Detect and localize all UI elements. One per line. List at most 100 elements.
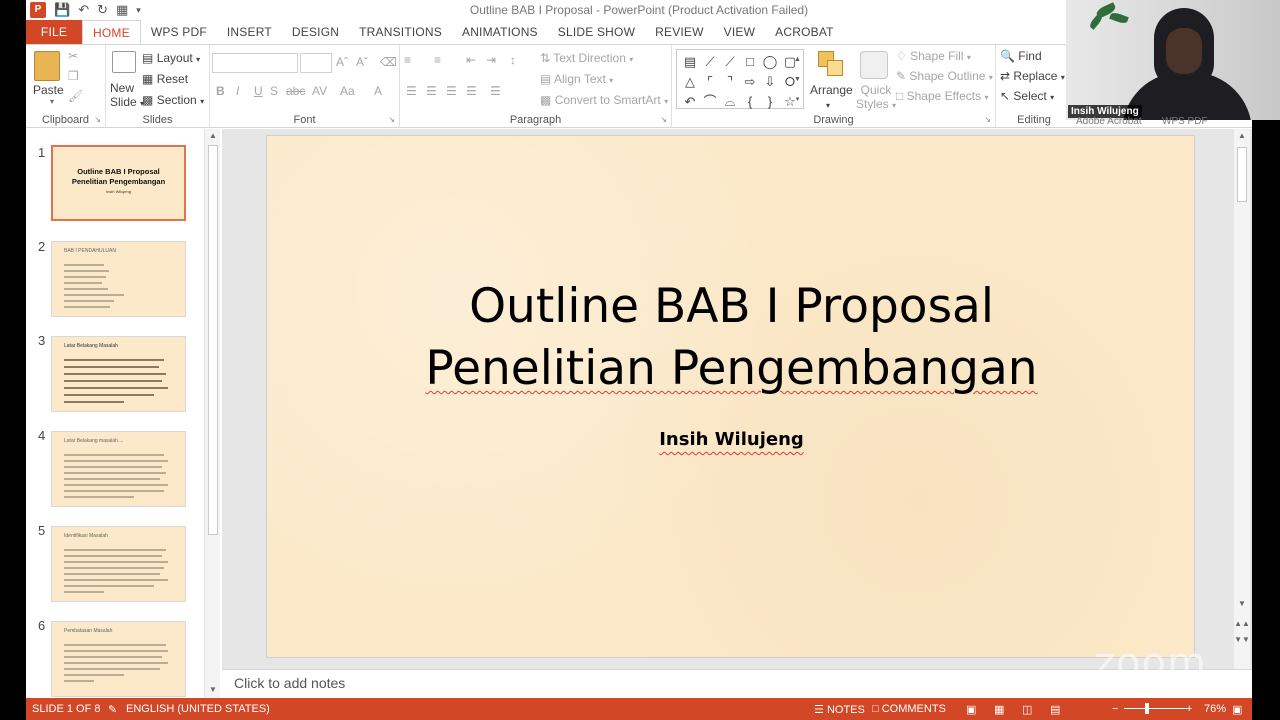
zoom-in-icon[interactable]: + (1186, 703, 1192, 715)
paragraph-launcher-icon[interactable]: ↘ (660, 115, 667, 124)
slide-thumbnail-5[interactable]: Identifikasi Masalah (51, 526, 186, 602)
italic-button[interactable]: I (236, 84, 239, 98)
copy-icon[interactable]: ❐ (68, 69, 79, 83)
arc2-shape-icon[interactable]: ⌓ (721, 93, 739, 111)
slide-thumbnail-3[interactable]: Latar Belakang Masalah (51, 336, 186, 412)
numbering-icon[interactable]: ≡ (434, 53, 441, 67)
paste-dropdown-icon[interactable]: ▾ (50, 97, 54, 106)
replace-button[interactable]: ⇄ Replace ▾ (1000, 69, 1065, 83)
section-button[interactable]: ▩ Section ▾ (142, 93, 204, 107)
scroll-up-icon[interactable]: ▲ (1234, 131, 1250, 140)
reading-view-icon[interactable]: ◫ (1022, 703, 1032, 716)
clipboard-launcher-icon[interactable]: ↘ (94, 115, 101, 124)
shape-fill-button[interactable]: ♢ Shape Fill ▾ (896, 49, 971, 63)
font-size-combo[interactable] (300, 53, 332, 73)
oval-shape-icon[interactable]: ◯ (761, 53, 779, 71)
bold-button[interactable]: B (216, 84, 225, 98)
shapes-gallery[interactable]: ▤ ⟋ ⟋ □ ◯ ▢ △ ⌜ ⌝ ⇨ ⇩ ⭘ ↶ ⌒ ⌓ { } ☆ (676, 49, 804, 109)
fit-to-window-icon[interactable]: ▣ (1232, 703, 1242, 716)
layout-button[interactable]: ▤ Layout ▾ (142, 51, 200, 65)
line-spacing-icon[interactable]: ↕ (510, 53, 516, 67)
shape-outline-button[interactable]: ✎ Shape Outline ▾ (896, 69, 993, 83)
tab-file[interactable]: FILE (26, 20, 82, 44)
slide-scroll-thumb[interactable] (1237, 147, 1247, 202)
tab-home[interactable]: HOME (82, 20, 141, 44)
thumbnails-scrollbar[interactable]: ▲ ▼ (204, 129, 220, 698)
bullets-icon[interactable]: ≡ (404, 53, 411, 67)
convert-smartart-button[interactable]: ▩ Convert to SmartArt ▾ (540, 93, 668, 107)
arrange-icon[interactable] (818, 51, 844, 77)
curve-connector-icon[interactable]: ↶ (681, 93, 699, 111)
down-arrow-shape-icon[interactable]: ⇩ (761, 73, 779, 91)
shapes-scroll[interactable]: ▲ ▼ ▾ (792, 49, 804, 109)
thumbnails-scroll-thumb[interactable] (208, 145, 218, 535)
tab-design[interactable]: DESIGN (282, 20, 349, 44)
tab-wps-pdf[interactable]: WPS PDF (141, 20, 217, 44)
elbow-connector-icon[interactable]: ⌜ (701, 73, 719, 91)
arc-shape-icon[interactable]: ⌒ (701, 93, 719, 111)
quick-styles-button[interactable]: Quick Styles ▾ (856, 83, 896, 111)
justify-icon[interactable]: ☰ (466, 84, 477, 98)
clear-formatting-icon[interactable]: ⌫ (380, 55, 397, 69)
zoom-level[interactable]: 76% (1204, 703, 1226, 715)
previous-slide-icon[interactable]: ▲▲ (1234, 619, 1250, 628)
spell-check-icon[interactable]: ✎ (108, 703, 117, 716)
line2-shape-icon[interactable]: ⟋ (721, 53, 739, 71)
columns-icon[interactable]: ☰ (490, 84, 501, 98)
slide-scrollbar[interactable]: ▲ ▼ ▲▲ ▼▼ (1234, 129, 1250, 669)
text-shadow-button[interactable]: S (270, 84, 278, 98)
paste-button[interactable]: Paste (33, 83, 64, 97)
align-center-icon[interactable]: ☰ (426, 84, 437, 98)
tab-slide-show[interactable]: SLIDE SHOW (548, 20, 645, 44)
slide-subtitle[interactable]: Insih Wilujeng (267, 429, 1196, 450)
language-indicator[interactable]: ENGLISH (UNITED STATES) (126, 703, 270, 715)
right-arrow-shape-icon[interactable]: ⇨ (741, 73, 759, 91)
scroll-down-icon[interactable]: ▼ (205, 685, 221, 694)
scroll-up-icon[interactable]: ▲ (205, 131, 221, 140)
tab-acrobat[interactable]: ACROBAT (765, 20, 844, 44)
slide-thumbnail-2[interactable]: BAB I PENDAHULUAN (51, 241, 186, 317)
normal-view-icon[interactable]: ▣ (966, 703, 976, 716)
new-slide-icon[interactable] (112, 51, 136, 73)
slide-title[interactable]: Outline BAB I Proposal Penelitian Pengem… (267, 276, 1196, 400)
format-painter-icon[interactable]: 🖌 (68, 89, 83, 103)
connector-icon[interactable]: ⌝ (721, 73, 739, 91)
drawing-launcher-icon[interactable]: ↘ (984, 115, 991, 124)
paste-icon[interactable] (34, 51, 60, 81)
slide-thumbnail-4[interactable]: Latar Belakang masalah.... (51, 431, 186, 507)
right-brace-shape-icon[interactable]: } (761, 93, 779, 111)
zoom-slider-knob[interactable] (1145, 703, 1150, 714)
current-slide[interactable]: Outline BAB I Proposal Penelitian Pengem… (266, 135, 1195, 658)
cut-icon[interactable]: ✂ (68, 49, 78, 63)
align-left-icon[interactable]: ☰ (406, 84, 417, 98)
comments-button[interactable]: □ COMMENTS (872, 703, 946, 715)
line-shape-icon[interactable]: ⟋ (701, 53, 719, 71)
font-launcher-icon[interactable]: ↘ (388, 115, 395, 124)
slide-show-icon[interactable]: ▤ (1050, 703, 1060, 716)
quick-styles-icon[interactable] (860, 51, 888, 79)
font-name-combo[interactable] (212, 53, 298, 73)
align-text-button[interactable]: ▤ Align Text ▾ (540, 72, 613, 86)
notes-button[interactable]: ☰ NOTES (814, 703, 865, 716)
tab-insert[interactable]: INSERT (217, 20, 282, 44)
character-spacing-button[interactable]: AV (312, 84, 327, 98)
slide-sorter-icon[interactable]: ▦ (994, 703, 1004, 716)
change-case-button[interactable]: Aa (340, 84, 355, 98)
next-slide-icon[interactable]: ▼▼ (1234, 635, 1250, 644)
zoom-slider[interactable] (1124, 708, 1188, 709)
tab-review[interactable]: REVIEW (645, 20, 714, 44)
arrange-button[interactable]: Arrange ▾ (810, 83, 853, 111)
decrease-indent-icon[interactable]: ⇤ (466, 53, 476, 67)
slide-thumbnail-1[interactable]: Outline BAB I Proposal Penelitian Pengemb… (51, 145, 186, 221)
textbox-shape-icon[interactable]: ▤ (681, 53, 699, 71)
text-direction-button[interactable]: ⇅ Text Direction ▾ (540, 51, 633, 65)
reset-button[interactable]: ▦ Reset (142, 72, 188, 86)
font-color-button[interactable]: A (374, 84, 382, 98)
decrease-font-size-icon[interactable]: Aˇ (356, 55, 368, 69)
shape-effects-button[interactable]: □ Shape Effects ▾ (896, 89, 988, 103)
tab-animations[interactable]: ANIMATIONS (452, 20, 548, 44)
triangle-shape-icon[interactable]: △ (681, 73, 699, 91)
tab-view[interactable]: VIEW (714, 20, 765, 44)
left-brace-shape-icon[interactable]: { (741, 93, 759, 111)
increase-font-size-icon[interactable]: Aˆ (336, 55, 348, 69)
